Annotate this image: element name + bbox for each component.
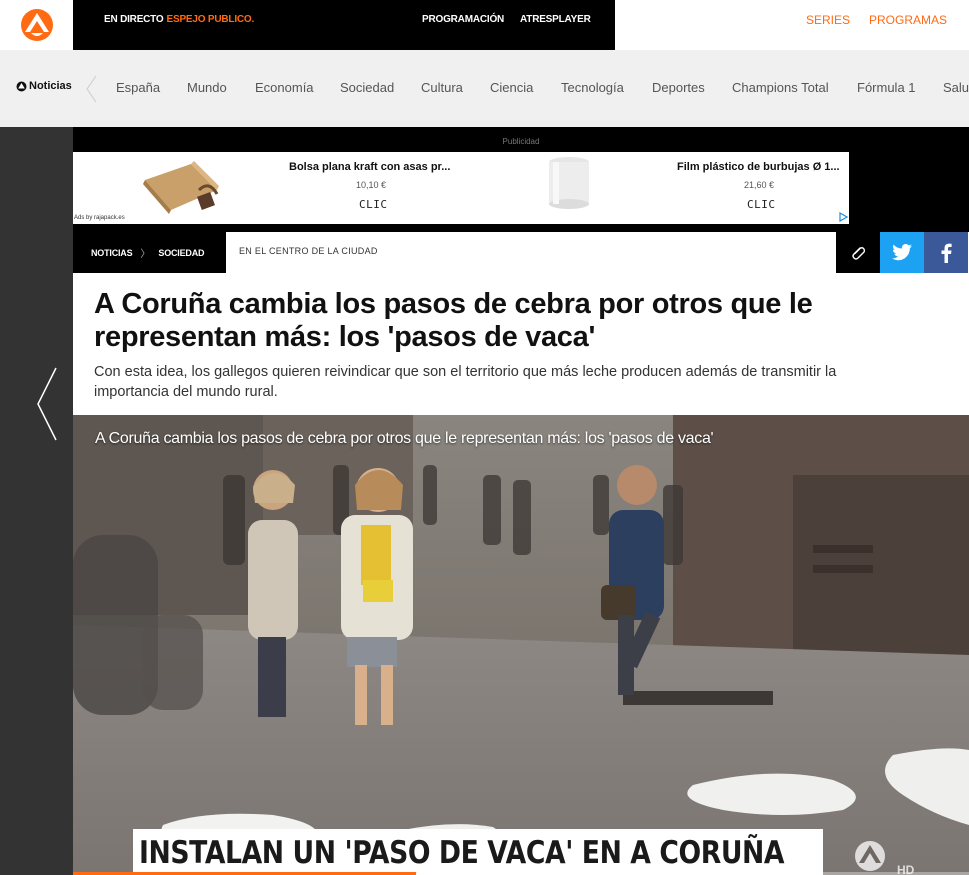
- share-twitter-button[interactable]: [880, 232, 924, 273]
- nav-programas[interactable]: PROGRAMAS: [869, 13, 947, 27]
- breadcrumb-separator-icon: 〉: [140, 249, 151, 260]
- section-deportes[interactable]: Deportes: [652, 80, 705, 95]
- noticias-logo-icon: [16, 81, 27, 91]
- lower-third-text: INSTALAN UN 'PASO DE VACA' EN A CORUÑA: [139, 835, 785, 871]
- ad-item-2-cta[interactable]: CLIC: [747, 198, 776, 211]
- breadcrumb-noticias[interactable]: NOTICIAS: [91, 248, 133, 258]
- ad-item-2-title: Film plástico de burbujas Ø 1...: [677, 161, 840, 173]
- article-kicker: EN EL CENTRO DE LA CIUDAD: [239, 246, 378, 256]
- breadcrumb: NOTICIAS 〉 SOCIEDAD: [73, 232, 226, 273]
- live-channel: ESPEJO PUBLICO.: [166, 14, 255, 25]
- ad-item-2-price: 21,60 €: [744, 180, 775, 190]
- nav-series[interactable]: SERIES: [806, 13, 850, 27]
- facebook-icon: [941, 243, 952, 263]
- ad-item-2[interactable]: Film plástico de burbujas Ø 1... 21,60 €…: [461, 152, 849, 224]
- video-lower-third: INSTALAN UN 'PASO DE VACA' EN A CORUÑA: [133, 829, 823, 875]
- copy-link-button[interactable]: [836, 232, 880, 273]
- article-subtitle: Con esta idea, los gallegos quieren reiv…: [94, 364, 837, 400]
- ad-band: Publicidad Bolsa plana kraft con asas pr…: [73, 127, 969, 232]
- section-sociedad[interactable]: Sociedad: [340, 80, 394, 95]
- nav-atresplayer[interactable]: ATRESPLAYER: [520, 14, 591, 25]
- top-bar: EN DIRECTO ESPEJO PUBLICO. PROGRAMACIÓN A…: [0, 0, 969, 50]
- live-now[interactable]: EN DIRECTO ESPEJO PUBLICO.: [104, 14, 254, 25]
- live-prefix: EN DIRECTO: [104, 14, 164, 25]
- bubble-wrap-roll-image: [549, 157, 589, 209]
- previous-article-arrow-icon[interactable]: [34, 366, 60, 442]
- section-nav: Noticias España Mundo Economía Sociedad …: [0, 50, 969, 127]
- ad-item-1-cta[interactable]: CLIC: [359, 198, 388, 211]
- paperclip-icon: [852, 246, 866, 260]
- section-champions-total[interactable]: Champions Total: [732, 80, 829, 95]
- section-ciencia[interactable]: Ciencia: [490, 80, 533, 95]
- twitter-icon: [892, 244, 912, 261]
- chevron-left-separator-icon: [86, 75, 97, 103]
- section-formula-1[interactable]: Fórmula 1: [857, 80, 916, 95]
- video-title: A Coruña cambia los pasos de cebra por o…: [95, 430, 714, 447]
- section-economia[interactable]: Economía: [255, 80, 314, 95]
- share-facebook-button[interactable]: [924, 232, 968, 273]
- article-header: A Coruña cambia los pasos de cebra por o…: [73, 273, 969, 415]
- video-player[interactable]: A Coruña cambia los pasos de cebra por o…: [73, 415, 969, 875]
- antena3-logo-icon: [20, 9, 53, 41]
- section-espana[interactable]: España: [116, 80, 160, 95]
- noticias-label: Noticias: [29, 80, 72, 92]
- ad-banner[interactable]: Bolsa plana kraft con asas pr... 10,10 €…: [73, 152, 849, 224]
- adchoices-icon[interactable]: [838, 212, 848, 222]
- section-mundo[interactable]: Mundo: [187, 80, 227, 95]
- ad-item-1-title: Bolsa plana kraft con asas pr...: [289, 161, 451, 173]
- kraft-bag-image: [143, 161, 219, 214]
- antena3-watermark-icon: [855, 841, 885, 871]
- section-cultura[interactable]: Cultura: [421, 80, 463, 95]
- breadcrumb-bar: NOTICIAS 〉 SOCIEDAD EN EL CENTRO DE LA C…: [73, 232, 969, 273]
- advertising-label: Publicidad: [502, 137, 540, 146]
- noticias-brand[interactable]: Noticias: [16, 80, 72, 92]
- antena3-logo[interactable]: [0, 0, 73, 50]
- ad-source[interactable]: Ads by rajapack.es: [74, 215, 125, 221]
- section-tecnologia[interactable]: Tecnología: [561, 80, 624, 95]
- article-headline: A Coruña cambia los pasos de cebra por o…: [94, 288, 813, 353]
- live-bar: EN DIRECTO ESPEJO PUBLICO. PROGRAMACIÓN A…: [73, 0, 615, 50]
- ad-item-1[interactable]: Bolsa plana kraft con asas pr... 10,10 €…: [73, 152, 461, 224]
- video-frame-image: [73, 415, 969, 875]
- section-salud[interactable]: Salud: [943, 80, 969, 95]
- ad-item-1-price: 10,10 €: [356, 180, 387, 190]
- nav-programacion[interactable]: PROGRAMACIÓN: [422, 14, 504, 25]
- breadcrumb-sociedad[interactable]: SOCIEDAD: [158, 248, 204, 258]
